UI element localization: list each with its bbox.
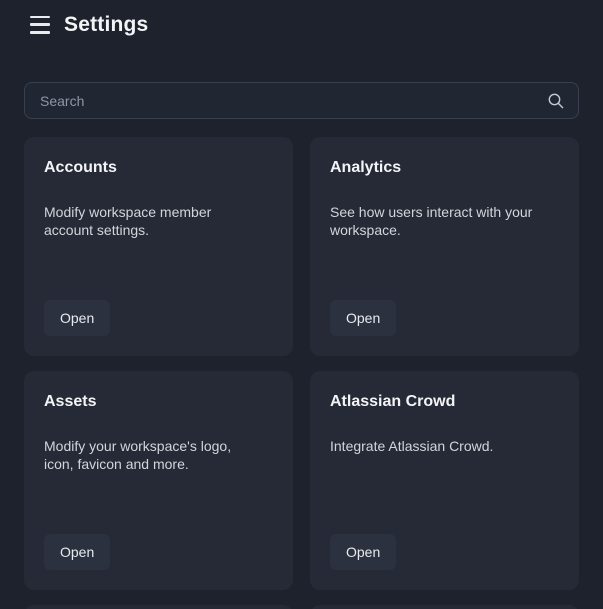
- card-description: Modify your workspace's logo, icon, favi…: [44, 438, 273, 473]
- open-assets-button[interactable]: Open: [44, 534, 110, 570]
- card-title: Assets: [44, 391, 273, 413]
- hamburger-icon: [30, 16, 50, 19]
- card-partial-left: [24, 605, 293, 609]
- card-atlassian-crowd: Atlassian Crowd Integrate Atlassian Crow…: [310, 371, 579, 590]
- card-title: Analytics: [330, 157, 559, 179]
- search-input[interactable]: [24, 82, 579, 119]
- card-assets: Assets Modify your workspace's logo, ico…: [24, 371, 293, 590]
- open-atlassian-crowd-button[interactable]: Open: [330, 534, 396, 570]
- open-analytics-button[interactable]: Open: [330, 300, 396, 336]
- menu-button[interactable]: [30, 16, 50, 34]
- card-title: Atlassian Crowd: [330, 391, 559, 413]
- card-accounts: Accounts Modify workspace member account…: [24, 137, 293, 356]
- card-partial-right: [310, 605, 579, 609]
- open-accounts-button[interactable]: Open: [44, 300, 110, 336]
- app-header: Settings: [0, 0, 603, 49]
- card-title: Accounts: [44, 157, 273, 179]
- card-description: Modify workspace member account settings…: [44, 204, 273, 239]
- card-description: See how users interact with your workspa…: [330, 204, 559, 239]
- settings-card-grid: Accounts Modify workspace member account…: [24, 137, 579, 609]
- card-analytics: Analytics See how users interact with yo…: [310, 137, 579, 356]
- page-title: Settings: [64, 13, 148, 37]
- card-description: Integrate Atlassian Crowd.: [330, 438, 559, 456]
- search-bar: [24, 82, 579, 119]
